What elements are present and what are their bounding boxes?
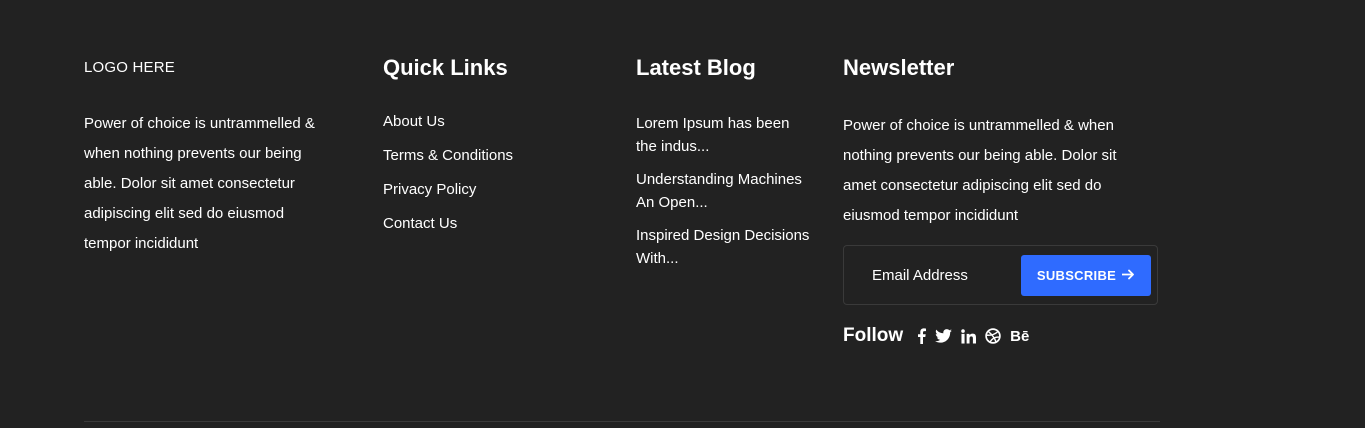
newsletter-text: Power of choice is untrammelled & when n…	[843, 117, 1117, 224]
facebook-icon[interactable]	[917, 327, 927, 345]
site-footer: LOGO HERE Power of choice is untrammelle…	[0, 0, 1365, 428]
subscribe-label: SUBSCRIBE	[1036, 268, 1117, 283]
twitter-icon[interactable]	[935, 327, 953, 345]
logo[interactable]: LOGO HERE	[84, 58, 334, 78]
blog-post-link[interactable]: Lorem Ipsum has been the indus...	[636, 112, 811, 158]
blog-post-link[interactable]: Inspired Design Decisions With...	[636, 224, 811, 270]
about-text: Power of choice is untrammelled & when n…	[84, 115, 315, 252]
link-contact-us[interactable]: Contact Us	[383, 214, 603, 234]
subscribe-form: SUBSCRIBE	[843, 245, 1158, 305]
dribbble-icon[interactable]	[985, 327, 1001, 345]
link-terms-conditions[interactable]: Terms & Conditions	[383, 146, 603, 166]
social-links: Bē	[917, 327, 1029, 345]
arrow-right-icon	[1121, 267, 1135, 284]
linkedin-icon[interactable]	[961, 327, 977, 345]
link-privacy-policy[interactable]: Privacy Policy	[383, 180, 603, 200]
newsletter-heading: Newsletter	[843, 55, 955, 80]
link-about-us[interactable]: About Us	[383, 112, 603, 132]
blog-post-link[interactable]: Understanding Machines An Open...	[636, 168, 811, 214]
behance-icon[interactable]: Bē	[1010, 327, 1029, 345]
quick-links-heading: Quick Links	[383, 55, 508, 80]
follow-row: Follow Bē	[843, 324, 1029, 348]
blog-list: Lorem Ipsum has been the indus... Unders…	[636, 112, 811, 270]
latest-blog-heading: Latest Blog	[636, 55, 756, 80]
about-column: LOGO HERE Power of choice is untrammelle…	[84, 58, 334, 259]
quick-links-column: Quick Links About Us Terms & Conditions …	[383, 54, 603, 248]
footer-divider	[84, 421, 1160, 422]
newsletter-column: Newsletter Power of choice is untrammell…	[843, 54, 1163, 346]
follow-label: Follow	[843, 325, 904, 346]
latest-blog-column: Latest Blog Lorem Ipsum has been the ind…	[636, 54, 811, 280]
email-input[interactable]	[872, 263, 1012, 287]
subscribe-button[interactable]: SUBSCRIBE	[1021, 255, 1151, 296]
quick-links-list: About Us Terms & Conditions Privacy Poli…	[383, 112, 603, 234]
